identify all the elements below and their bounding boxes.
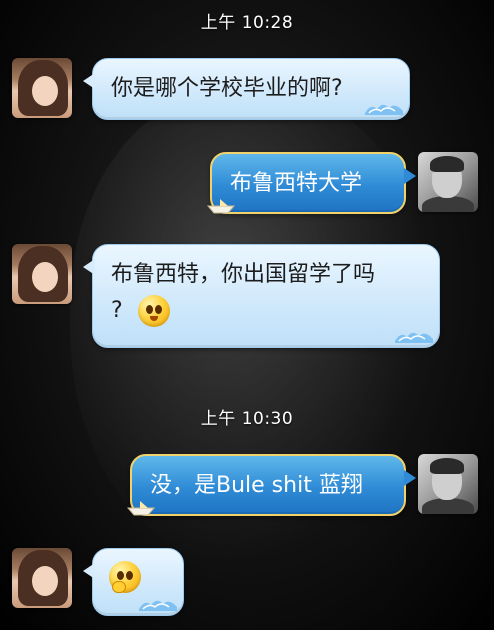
message-text-line: 布鲁西特，你出国留学了吗: [111, 262, 376, 287]
contact-avatar[interactable]: [12, 244, 72, 304]
my-avatar[interactable]: [418, 152, 478, 212]
incoming-message-bubble[interactable]: 布鲁西特，你出国留学了吗 ?: [83, 244, 440, 348]
outgoing-message-bubble[interactable]: 没，是Bule shit 蓝翔: [126, 454, 416, 516]
timestamp: 上午 10:28: [200, 13, 294, 33]
contact-avatar[interactable]: [12, 58, 72, 118]
message-text: 没，是Bule shit 蓝翔: [150, 473, 363, 498]
thinking-smiley-icon: [109, 561, 141, 593]
incoming-message-bubble[interactable]: 你是哪个学校毕业的啊?: [83, 58, 410, 120]
message-text: 布鲁西特大学: [230, 171, 363, 196]
message-text: 你是哪个学校毕业的啊?: [111, 76, 343, 101]
my-avatar[interactable]: [418, 454, 478, 514]
timestamp: 上午 10:30: [200, 409, 294, 429]
wave-decoration-icon: [365, 104, 403, 115]
shy-smiley-icon: [137, 295, 170, 327]
paper-boat-icon: [206, 199, 236, 214]
paper-boat-icon: [126, 501, 156, 516]
contact-avatar[interactable]: [12, 548, 72, 608]
incoming-message-bubble[interactable]: [83, 548, 184, 616]
outgoing-message-bubble[interactable]: 布鲁西特大学: [206, 152, 416, 214]
wave-decoration-icon: [139, 600, 177, 611]
message-text-line: ?: [111, 293, 421, 329]
message-text-question-mark: ?: [111, 298, 123, 323]
wave-decoration-icon: [395, 332, 433, 343]
